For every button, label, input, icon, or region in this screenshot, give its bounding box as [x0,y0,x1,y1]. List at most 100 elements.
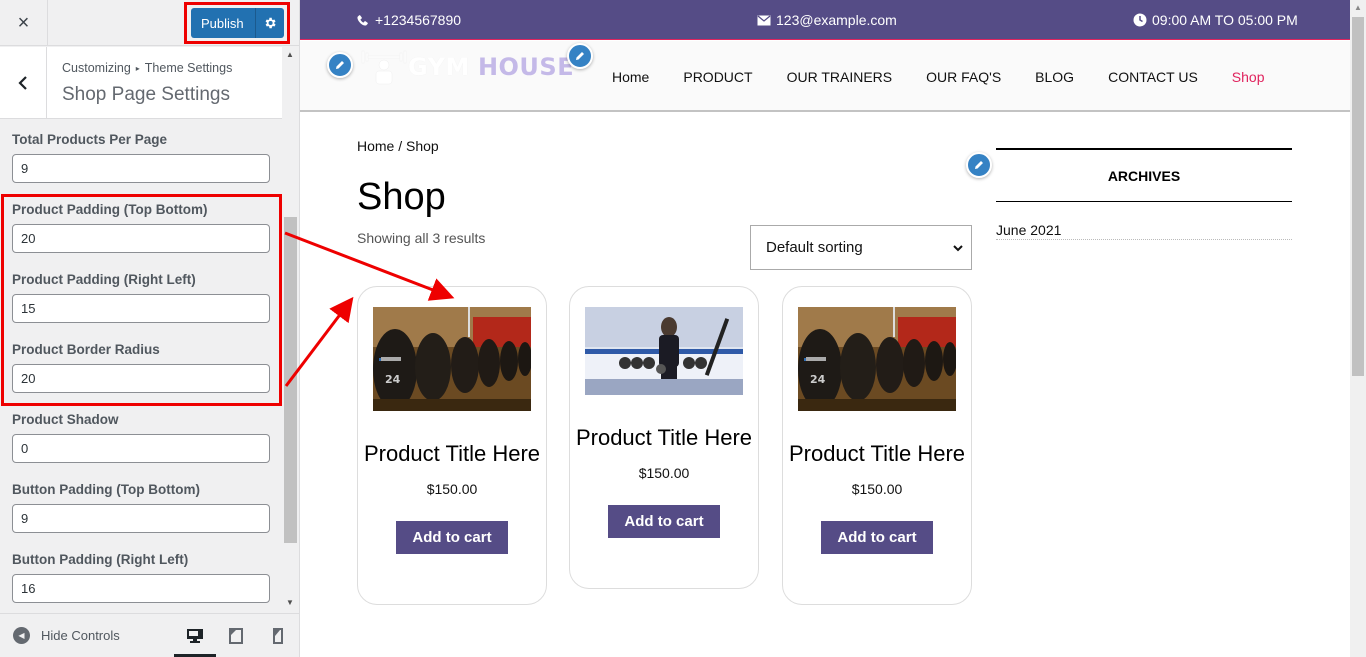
control-label: Product Padding (Top Bottom) [12,202,208,217]
edit-logo-shortcut[interactable] [327,52,353,78]
phone-icon [357,15,368,26]
nav-contact-us[interactable]: CONTACT US [1108,69,1198,85]
publish-label: Publish [201,15,244,31]
product-image[interactable] [585,307,743,395]
nav-product[interactable]: PRODUCT [683,69,752,85]
archives-widget: ARCHIVES June 2021 [996,148,1292,240]
control-product-padding-tb: Product Padding (Top Bottom) [12,202,270,253]
product-image[interactable]: 24 [798,307,957,411]
woman-gym-photo [585,307,743,395]
edit-site-title-shortcut[interactable] [567,43,593,69]
product-card: Product Title Here $150.00 Add to cart [569,286,759,589]
tablet-icon [229,628,243,644]
clock-icon [1133,13,1147,27]
page-title: Shop [357,176,446,218]
control-label: Product Padding (Right Left) [12,272,196,287]
business-hours: 09:00 AM TO 05:00 PM [1152,12,1298,28]
gear-icon [265,17,276,29]
control-button-padding-rl: Button Padding (Right Left) [12,552,270,603]
product-padding-rl-input[interactable] [12,294,270,323]
button-padding-tb-input[interactable] [12,504,270,533]
control-label: Total Products Per Page [12,132,168,147]
topbar-phone: +1234567890 [356,12,461,28]
controls-panel: Total Products Per Page Product Padding … [0,120,282,612]
product-shadow-input[interactable] [12,434,270,463]
product-title[interactable]: Product Title Here [570,424,758,451]
nav-home[interactable]: Home [612,69,649,85]
mobile-icon [273,628,283,644]
customizer-app: × Publish Customizing ▸ Theme Settings Sho… [0,0,1366,657]
product-price: $150.00 [851,481,903,497]
preview-scrollbar[interactable]: ▲ [1350,0,1366,657]
topbar-hours: 09:00 AM TO 05:00 PM [1133,12,1298,28]
edit-widget-shortcut[interactable] [966,152,992,178]
add-to-cart-button[interactable]: Add to cart [821,521,933,554]
control-total-products: Total Products Per Page [12,132,270,183]
result-count: Showing all 3 results [357,230,486,246]
close-customizer-button[interactable]: × [0,0,48,46]
pencil-icon [336,61,344,69]
dumbbells-photo: 24 [798,307,957,411]
total-products-input[interactable] [12,154,270,183]
customizer-breadcrumb: Customizing ▸ Theme Settings [62,61,232,75]
pencil-icon [576,52,584,60]
product-price: $150.00 [426,481,478,497]
publish-button[interactable]: Publish [191,8,284,38]
svg-text:24: 24 [810,373,826,386]
product-card: 24 Product Title Here $150.00 Add to car… [782,286,972,605]
device-mobile-button[interactable] [268,626,288,646]
control-label: Product Border Radius [12,342,160,357]
product-padding-tb-input[interactable] [12,224,270,253]
chevron-down-icon [953,244,963,251]
logo-text-house: HOUSE [477,53,575,81]
sorting-selected-value: Default sorting [766,239,863,256]
sorting-select[interactable]: Default sorting [750,225,972,270]
desktop-icon [187,629,203,643]
device-tablet-button[interactable] [226,626,246,646]
hide-controls-label: Hide Controls [41,628,120,643]
add-to-cart-button[interactable]: Add to cart [608,505,720,538]
customizer-sidebar: × Publish Customizing ▸ Theme Settings Sho… [0,0,300,657]
product-image[interactable]: 24 [373,307,532,411]
add-to-cart-button[interactable]: Add to cart [396,521,508,554]
preview-scrollbar-thumb[interactable] [1352,17,1364,376]
collapse-icon: ◀ [13,627,30,644]
product-title[interactable]: Product Title Here [358,440,546,467]
site-preview: +1234567890 123@example.com 09:00 AM TO … [300,0,1350,657]
sidebar-scrollbar-thumb[interactable] [284,217,297,543]
scroll-down-arrow-icon[interactable]: ▼ [286,598,294,607]
nav-our-trainers[interactable]: OUR TRAINERS [787,69,893,85]
shop-breadcrumb[interactable]: Home / Shop [357,138,439,154]
envelope-icon [757,15,771,25]
section-title: Shop Page Settings [62,84,230,105]
svg-text:24: 24 [385,373,401,386]
topbar-email: 123@example.com [757,12,897,28]
chevron-left-icon [18,76,27,90]
email-address: 123@example.com [776,12,897,28]
product-border-radius-input[interactable] [12,364,270,393]
device-desktop-button[interactable] [185,626,205,646]
hide-controls-button[interactable]: ◀ Hide Controls [13,627,120,644]
nav-blog[interactable]: BLOG [1035,69,1074,85]
scroll-up-arrow-icon[interactable]: ▲ [1354,3,1362,12]
customizer-header: × Publish [0,0,299,46]
pencil-icon [975,161,983,169]
archive-link[interactable]: June 2021 [996,222,1292,240]
control-label: Button Padding (Right Left) [12,552,189,567]
breadcrumb-separator-icon: ▸ [135,64,140,73]
publish-settings-button[interactable] [255,8,284,38]
main-navigation: Home PRODUCT OUR TRAINERS OUR FAQ'S BLOG… [612,69,1299,85]
back-button[interactable] [0,47,47,119]
control-button-padding-tb: Button Padding (Top Bottom) [12,482,270,533]
section-header: Customizing ▸ Theme Settings Shop Page Set… [0,47,282,119]
scroll-up-arrow-icon[interactable]: ▲ [286,50,294,59]
control-label: Product Shadow [12,412,119,427]
product-title[interactable]: Product Title Here [783,440,971,467]
control-product-border-radius: Product Border Radius [12,342,270,393]
site-logo[interactable]: GYM HOUSE [360,49,574,85]
site-navbar: GYM HOUSE Home PRODUCT OUR TRAINERS OUR … [300,41,1350,112]
site-topbar: +1234567890 123@example.com 09:00 AM TO … [300,0,1350,40]
nav-shop[interactable]: Shop [1232,69,1265,85]
button-padding-rl-input[interactable] [12,574,270,603]
nav-our-faqs[interactable]: OUR FAQ'S [926,69,1001,85]
